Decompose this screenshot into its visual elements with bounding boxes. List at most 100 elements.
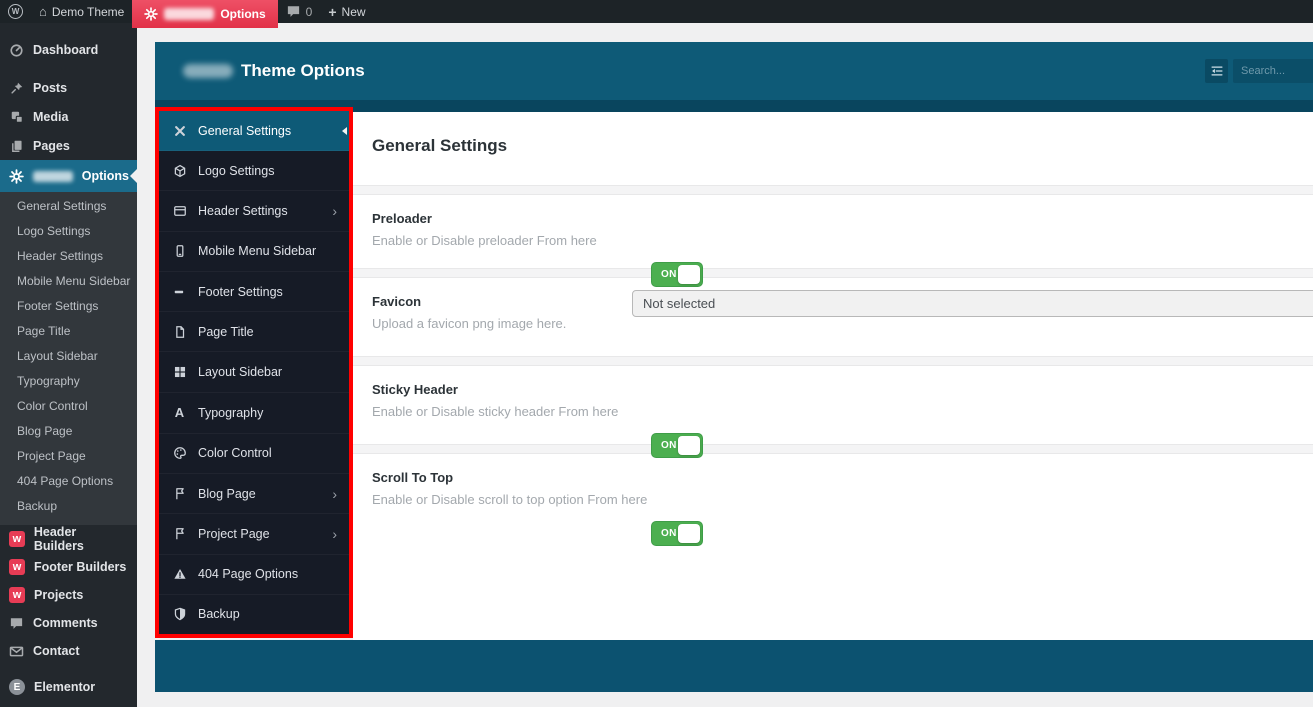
menu-item-typography[interactable]: A Typography xyxy=(159,393,349,434)
smartphone-icon xyxy=(172,244,187,258)
w-plugin-icon: w xyxy=(9,587,25,603)
plus-icon: + xyxy=(328,3,337,20)
toggle-knob xyxy=(678,524,700,543)
flag-icon xyxy=(172,527,187,541)
menu-item-label: Project Page xyxy=(198,526,270,541)
setting-label: Sticky Header xyxy=(372,382,458,397)
sidebar-item-footer-builders[interactable]: w Footer Builders xyxy=(0,553,137,581)
sidebar-item-label: Elementor xyxy=(34,680,96,694)
menu-item-label: Backup xyxy=(198,607,240,622)
menu-item-label: Mobile Menu Sidebar xyxy=(198,244,317,259)
submenu-page-title[interactable]: Page Title xyxy=(0,319,137,344)
menu-item-label: Footer Settings xyxy=(198,284,283,299)
gear-icon xyxy=(9,168,24,184)
site-name-link[interactable]: ⌂ Demo Theme xyxy=(31,0,132,23)
wordpress-menu[interactable]: W xyxy=(0,0,31,23)
menu-item-header-settings[interactable]: Header Settings › xyxy=(159,191,349,232)
comments-adminbar-item[interactable]: 0 xyxy=(278,0,321,23)
options-adminbar-tab[interactable]: Options xyxy=(132,0,278,28)
sidebar-item-label: Options xyxy=(81,169,129,183)
sidebar-item-label: Header Builders xyxy=(33,525,84,553)
menu-item-label: Header Settings xyxy=(198,204,288,219)
setting-description: Enable or Disable preloader From here xyxy=(372,233,597,248)
submenu-typography[interactable]: Typography xyxy=(0,369,137,394)
document-icon xyxy=(172,325,187,339)
search-input[interactable] xyxy=(1233,59,1313,83)
menu-item-layout-sidebar[interactable]: Layout Sidebar xyxy=(159,352,349,393)
submenu-color-control[interactable]: Color Control xyxy=(0,394,137,419)
new-content-menu[interactable]: + New xyxy=(320,0,373,23)
warning-triangle-icon xyxy=(172,567,187,581)
row-separator xyxy=(353,356,1313,366)
menu-item-project-page[interactable]: Project Page › xyxy=(159,514,349,555)
tools-icon xyxy=(172,124,187,138)
menu-item-label: Page Title xyxy=(198,324,254,339)
scroll-to-top-toggle[interactable]: ON xyxy=(651,521,703,546)
sidebar-item-media[interactable]: Media xyxy=(0,102,137,131)
sidebar-item-header-builders[interactable]: w Header Builders xyxy=(0,525,137,553)
page-title: Theme Options xyxy=(241,61,365,80)
cube-icon xyxy=(172,164,187,178)
menu-item-page-title[interactable]: Page Title xyxy=(159,312,349,353)
sidebar-item-projects[interactable]: w Projects xyxy=(0,581,137,609)
menu-item-blog-page[interactable]: Blog Page › xyxy=(159,474,349,515)
sidebar-item-label: Comments xyxy=(33,616,98,630)
menu-item-mobile-menu-sidebar[interactable]: Mobile Menu Sidebar xyxy=(159,232,349,272)
menu-item-color-control[interactable]: Color Control xyxy=(159,434,349,475)
submenu-general-settings[interactable]: General Settings xyxy=(0,194,137,219)
wordpress-logo-icon: W xyxy=(8,4,23,19)
options-submenu: General Settings Logo Settings Header Se… xyxy=(0,192,137,525)
sidebar-item-contact[interactable]: Contact xyxy=(0,637,137,665)
sidebar-item-elementor[interactable]: E Elementor xyxy=(0,673,137,701)
submenu-blog-page[interactable]: Blog Page xyxy=(0,419,137,444)
comments-count: 0 xyxy=(305,4,313,19)
typography-icon: A xyxy=(174,405,185,421)
menu-item-label: Color Control xyxy=(198,446,272,461)
collapse-panel-button[interactable] xyxy=(1205,59,1228,83)
submenu-layout-sidebar[interactable]: Layout Sidebar xyxy=(0,344,137,369)
media-icon xyxy=(9,110,24,124)
menu-item-footer-settings[interactable]: Footer Settings xyxy=(159,272,349,313)
submenu-mobile-menu-sidebar[interactable]: Mobile Menu Sidebar xyxy=(0,269,137,294)
redacted-brand-name xyxy=(183,64,233,78)
setting-description: Enable or Disable sticky header From her… xyxy=(372,404,619,419)
favicon-media-input[interactable]: Not selected xyxy=(632,290,1313,317)
wordpress-admin-page: W ⌂ Demo Theme Options 0 + New Dashboard… xyxy=(0,0,1313,707)
submenu-logo-settings[interactable]: Logo Settings xyxy=(0,219,137,244)
sidebar-item-comments[interactable]: Comments xyxy=(0,609,137,637)
menu-item-label: Logo Settings xyxy=(198,163,275,178)
setting-label: Scroll To Top xyxy=(372,470,454,485)
menu-item-label: Layout Sidebar xyxy=(198,365,283,380)
w-plugin-icon: w xyxy=(9,531,25,547)
site-name-label: Demo Theme xyxy=(51,4,125,19)
flag-icon xyxy=(172,487,187,501)
sidebar-item-label: Projects xyxy=(34,588,84,602)
menu-item-label: Typography xyxy=(198,405,264,420)
theme-options-menu: General Settings Logo Settings Header Se… xyxy=(155,107,353,638)
footer-bar-icon xyxy=(172,285,187,299)
sidebar-item-options-active[interactable]: Options xyxy=(0,160,137,192)
options-tab-label: Options xyxy=(220,7,266,21)
sidebar-item-label: Contact xyxy=(33,644,80,658)
submenu-header-settings[interactable]: Header Settings xyxy=(0,244,137,269)
row-separator xyxy=(353,185,1313,195)
grid-layout-icon xyxy=(172,365,187,379)
menu-item-general-settings[interactable]: General Settings xyxy=(159,111,349,152)
sidebar-item-posts[interactable]: Posts xyxy=(0,73,137,102)
submenu-footer-settings[interactable]: Footer Settings xyxy=(0,294,137,319)
sidebar-item-dashboard[interactable]: Dashboard xyxy=(0,35,137,65)
submenu-404-page-options[interactable]: 404 Page Options xyxy=(0,469,137,494)
toggle-knob xyxy=(678,436,700,455)
menu-item-logo-settings[interactable]: Logo Settings xyxy=(159,151,349,192)
menu-item-label: General Settings xyxy=(198,123,292,138)
menu-item-404-page-options[interactable]: 404 Page Options xyxy=(159,555,349,595)
chevron-right-icon: › xyxy=(332,485,337,502)
submenu-project-page[interactable]: Project Page xyxy=(0,444,137,469)
pushpin-icon xyxy=(9,81,24,95)
submenu-backup[interactable]: Backup xyxy=(0,494,137,519)
sidebar-item-pages[interactable]: Pages xyxy=(0,131,137,160)
envelope-icon xyxy=(9,644,24,659)
menu-item-backup[interactable]: Backup xyxy=(159,595,349,634)
sidebar-item-label: Posts xyxy=(33,80,68,95)
toggle-state-label: ON xyxy=(661,528,677,539)
